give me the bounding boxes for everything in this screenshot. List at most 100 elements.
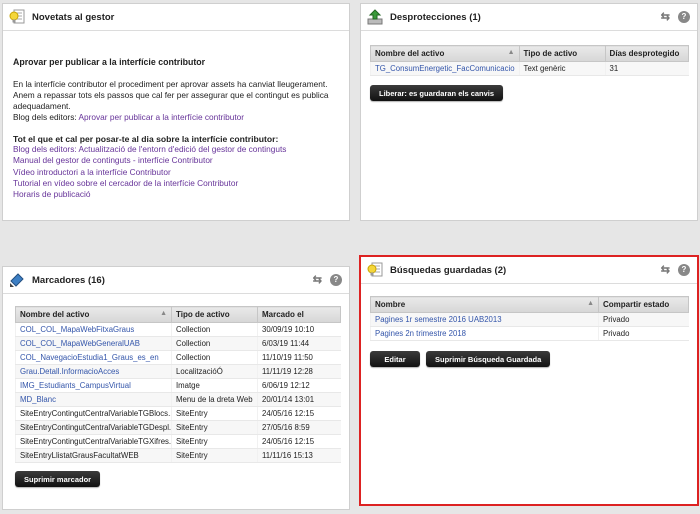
bookmarked-date: 30/09/19 10:10	[257, 322, 341, 337]
column-header[interactable]: Tipo de activo	[518, 45, 606, 62]
table-row: SiteEntryLlistatGrausFacultatWEB SiteEntr…	[15, 448, 341, 463]
asset-name-link[interactable]: MD_Blanc	[15, 392, 172, 407]
asset-type: LocalitzacióÓ	[171, 364, 258, 379]
marcadores-panel: Marcadores (16) ⇆ ? Nombre del activo ▲ T…	[2, 266, 350, 510]
asset-name-link[interactable]: SiteEntryContingutCentralVariableTGBlocs…	[15, 406, 172, 421]
bookmarked-date: 20/01/14 13:01	[257, 392, 341, 407]
bookmarked-date: 11/11/16 15:13	[257, 448, 341, 463]
column-header[interactable]: Tipo de activo	[171, 306, 258, 323]
days-unchecked: 31	[604, 61, 689, 76]
asset-name-link[interactable]: TG_ConsumEnergetic_FacComunicacio	[370, 61, 520, 76]
asset-type: SiteEntry	[171, 406, 258, 421]
desprotecciones-title: Desprotecciones (1)	[390, 11, 481, 23]
table-header-row: Nombre ▲ Compartir estado	[370, 296, 689, 313]
marcadores-body: Nombre del activo ▲ Tipo de activo Marcad…	[3, 294, 349, 487]
news-heading-2: Tot el que et cal per posar-te al dia so…	[13, 134, 279, 144]
help-icon[interactable]: ?	[330, 273, 342, 286]
refresh-icon[interactable]: ⇆	[313, 273, 322, 286]
busquedas-actions: Editar Suprimir Búsqueda Guardada	[370, 351, 689, 367]
share-status: Privado	[598, 312, 689, 327]
news-panel-header: Novetats al gestor	[3, 4, 349, 31]
table-header-row: Nombre del activo ▲ Tipo de activo Días d…	[370, 45, 690, 62]
table-row: Grau.Detall.InformacioAcces LocalitzacióÓ…	[15, 364, 341, 379]
news-link[interactable]: Vídeo introductori a la interfície Contr…	[13, 167, 339, 178]
help-icon[interactable]: ?	[678, 263, 690, 276]
news-link[interactable]: Horaris de publicació	[13, 189, 339, 200]
asset-type: Menu de la dreta Web	[171, 392, 258, 407]
refresh-icon[interactable]: ⇆	[661, 263, 670, 276]
column-header[interactable]: Nombre del activo ▲	[15, 306, 172, 323]
asset-name-link[interactable]: COL_COL_MapaWebGeneralUAB	[15, 336, 172, 351]
news-link[interactable]: Blog dels editors: Actualització de l'en…	[13, 144, 339, 155]
blog-prefix: Blog dels editors:	[13, 112, 79, 122]
column-header[interactable]: Nombre del activo ▲	[370, 45, 520, 62]
news-blog-line: Blog dels editors: Aprovar per publicar …	[13, 112, 339, 123]
bookmarked-date: 6/03/19 11:44	[257, 336, 341, 351]
desprotecciones-actions: Liberar: es guardaran els canvis	[370, 85, 689, 101]
news-link[interactable]: Tutorial en vídeo sobre el cercador de l…	[13, 178, 339, 189]
help-icon[interactable]: ?	[678, 10, 690, 23]
table-row: TG_ConsumEnergetic_FacComunicacio Text g…	[370, 61, 689, 76]
table-row: SiteEntryContingutCentralVariableTGDespl…	[15, 420, 341, 435]
marcadores-rows: COL_COL_MapaWebFitxaGraus Collection 30/09…	[15, 322, 341, 463]
refresh-icon[interactable]: ⇆	[661, 10, 670, 23]
lightbulb-document-icon	[367, 262, 383, 278]
news-links: Blog dels editors: Actualització de l'en…	[13, 144, 339, 200]
busquedas-title: Búsquedas guardadas (2)	[390, 264, 507, 276]
edit-button[interactable]: Editar	[370, 351, 420, 367]
desprotecciones-panel: Desprotecciones (1) ⇆ ? Nombre del activ…	[360, 3, 698, 221]
asset-name-link[interactable]: COL_COL_MapaWebFitxaGraus	[15, 322, 172, 337]
desprotecciones-table: Nombre del activo ▲ Tipo de activo Días d…	[370, 45, 690, 76]
asset-name-link[interactable]: SiteEntryContingutCentralVariableTGXifre…	[15, 434, 172, 449]
marcadores-tools: ⇆ ?	[313, 273, 342, 286]
busquedas-body: Nombre ▲ Compartir estado Pagines 1r seme…	[361, 284, 697, 367]
table-row: COL_NavegacioEstudia1_Graus_es_en Collect…	[15, 350, 341, 365]
asset-type: Collection	[171, 336, 258, 351]
blog-link[interactable]: Aprovar per publicar a la interfície con…	[79, 112, 245, 122]
news-link[interactable]: Manual del gestor de continguts - interf…	[13, 155, 339, 166]
bookmark-folder-icon	[9, 272, 25, 288]
busquedas-header: Búsquedas guardadas (2) ⇆ ?	[361, 257, 697, 284]
delete-saved-search-button[interactable]: Suprimir Búsqueda Guardada	[426, 351, 551, 367]
lightbulb-document-icon	[9, 9, 25, 25]
bookmarked-date: 11/10/19 11:50	[257, 350, 341, 365]
asset-name-link[interactable]: SiteEntryLlistatGrausFacultatWEB	[15, 448, 172, 463]
column-header[interactable]: Nombre ▲	[370, 296, 599, 313]
asset-type: Collection	[171, 350, 258, 365]
asset-name-link[interactable]: SiteEntryContingutCentralVariableTGDespl…	[15, 420, 172, 435]
desprotecciones-tools: ⇆ ?	[661, 10, 690, 23]
news-heading: Aprovar per publicar a la interfície con…	[13, 57, 206, 67]
saved-search-link[interactable]: Pagines 1r semestre 2016 UAB2013	[370, 312, 599, 327]
column-header[interactable]: Marcado el	[257, 306, 341, 323]
news-panel-title: Novetats al gestor	[32, 11, 115, 23]
release-button[interactable]: Liberar: es guardaran els canvis	[370, 85, 504, 101]
busquedas-tools: ⇆ ?	[661, 263, 690, 276]
column-header[interactable]: Compartir estado	[598, 296, 689, 313]
table-row: Pagines 1r semestre 2016 UAB2013 Privado	[370, 312, 689, 327]
bookmarked-date: 27/05/16 8:59	[257, 420, 341, 435]
busquedas-panel: Búsquedas guardadas (2) ⇆ ? Nombre ▲ Comp…	[359, 255, 699, 506]
table-row: MD_Blanc Menu de la dreta Web 20/01/14 13:…	[15, 392, 341, 407]
upload-computer-icon	[367, 9, 383, 25]
desprotecciones-header: Desprotecciones (1) ⇆ ?	[361, 4, 697, 31]
bookmarked-date: 24/05/16 12:15	[257, 434, 341, 449]
bookmarked-date: 24/05/16 12:15	[257, 406, 341, 421]
asset-type: SiteEntry	[171, 420, 258, 435]
asset-name-link[interactable]: Grau.Detall.InformacioAcces	[15, 364, 172, 379]
news-panel: Novetats al gestor Aprovar per publicar …	[2, 3, 350, 221]
asset-name-link[interactable]: IMG_Estudiants_CampusVirtual	[15, 378, 172, 393]
delete-bookmark-button[interactable]: Suprimir marcador	[15, 471, 101, 487]
table-row: SiteEntryContingutCentralVariableTGXifre…	[15, 434, 341, 449]
asset-name-link[interactable]: COL_NavegacioEstudia1_Graus_es_en	[15, 350, 172, 365]
bookmarked-date: 6/06/19 12:12	[257, 378, 341, 393]
column-header[interactable]: Días desprotegido	[604, 45, 690, 62]
table-row: COL_COL_MapaWebFitxaGraus Collection 30/09…	[15, 322, 341, 337]
share-status: Privado	[598, 326, 689, 341]
saved-search-link[interactable]: Pagines 2n trimestre 2018	[370, 326, 599, 341]
news-body: Aprovar per publicar a la interfície con…	[3, 31, 349, 200]
asset-type: Text genèric	[518, 61, 606, 76]
desprotecciones-body: Nombre del activo ▲ Tipo de activo Días d…	[361, 31, 697, 101]
news-paragraph: En la interfície contributor el procedim…	[13, 79, 329, 111]
asset-type: Collection	[171, 322, 258, 337]
marcadores-header: Marcadores (16) ⇆ ?	[3, 267, 349, 294]
